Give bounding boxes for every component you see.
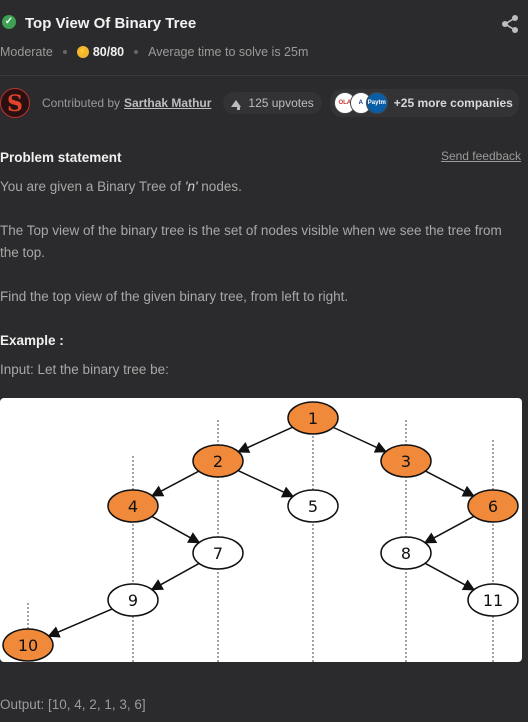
- separator-dot: [134, 50, 139, 54]
- tree-node-2: 2: [192, 444, 244, 478]
- score-label: 80/80: [92, 45, 125, 59]
- example-heading: Example :: [0, 333, 64, 348]
- tree-node-label: 3: [401, 452, 411, 471]
- tree-node-9: 9: [107, 583, 159, 617]
- upvote-count: 125 upvotes: [248, 96, 314, 110]
- contributor-name-link[interactable]: Sarthak Mathur: [124, 96, 211, 110]
- separator-dot: [62, 50, 67, 54]
- example-output-text: Output: [10, 4, 2, 1, 3, 6]: [0, 697, 146, 712]
- tree-node-4: 4: [107, 489, 159, 523]
- contributor-avatar[interactable]: S: [0, 88, 30, 118]
- n-variable: 'n': [184, 179, 198, 194]
- tree-node-label: 9: [128, 591, 138, 610]
- coin-icon: ⚡: [76, 46, 89, 58]
- problem-paragraph-1: You are given a Binary Tree of 'n' nodes…: [0, 179, 242, 194]
- tree-node-3: 3: [380, 444, 432, 478]
- problem-paragraph-2: The Top view of the binary tree is the s…: [0, 223, 502, 260]
- problem-paragraph-3: Find the top view of the given binary tr…: [0, 289, 349, 304]
- tree-node-label: 5: [308, 497, 318, 516]
- tree-node-label: 6: [488, 497, 498, 516]
- binary-tree-figure: 1 2 3 4 5 6 7 8 9 11 10: [0, 398, 522, 662]
- meta-row: Moderate ⚡ 80/80 Average time to solve i…: [0, 45, 308, 59]
- tree-node-5: 5: [287, 489, 339, 523]
- tree-node-label: 8: [401, 544, 411, 563]
- tree-edge: [423, 515, 475, 544]
- tree-node-label: 1: [308, 409, 318, 428]
- contributed-by-label: Contributed by: [42, 96, 121, 110]
- send-feedback-link[interactable]: Send feedback: [441, 149, 521, 163]
- tree-node-8: 8: [380, 536, 432, 570]
- tree-node-label: 7: [213, 544, 223, 563]
- problem-title: Top View Of Binary Tree: [25, 15, 197, 32]
- tree-edge: [151, 515, 201, 544]
- tree-node-label: 10: [18, 636, 38, 655]
- upvote-button[interactable]: 125 upvotes: [223, 92, 322, 114]
- tree-node-label: 11: [483, 591, 503, 610]
- tree-node-1: 1: [287, 401, 339, 435]
- problem-statement-heading: Problem statement: [0, 150, 122, 165]
- tree-edge: [425, 470, 475, 497]
- tree-node-label: 4: [128, 497, 138, 516]
- avg-time-label: Average time to solve is 25m: [148, 45, 309, 59]
- tree-node-7: 7: [192, 536, 244, 570]
- company-logo-paytm: Paytm: [365, 92, 388, 114]
- title-row: ✓ Top View Of Binary Tree: [0, 10, 528, 38]
- tree-edge: [150, 470, 200, 497]
- tree-node-11: 11: [467, 583, 519, 617]
- tree-edge: [237, 469, 295, 498]
- share-icon[interactable]: [500, 14, 520, 34]
- companies-button[interactable]: OLA A Paytm +25 more companies: [329, 89, 519, 117]
- tree-edge: [150, 562, 200, 591]
- tree-node-6: 6: [467, 489, 519, 523]
- tree-edge: [237, 426, 293, 453]
- more-companies-label: +25 more companies: [393, 96, 513, 110]
- binary-tree-diagram: 1 2 3 4 5 6 7 8 9 11 10: [2, 401, 519, 662]
- tree-edge: [332, 426, 388, 453]
- difficulty-label: Moderate: [0, 45, 53, 59]
- tree-node-10: 10: [2, 628, 54, 662]
- tree-edge: [47, 608, 113, 638]
- example-input-text: Input: Let the binary tree be:: [0, 362, 169, 377]
- contributor-row: S Contributed by Sarthak Mathur 125 upvo…: [0, 86, 528, 120]
- solved-check-icon: ✓: [2, 15, 16, 29]
- divider: [0, 75, 528, 76]
- tree-edge: [424, 562, 476, 591]
- tree-node-label: 2: [213, 452, 223, 471]
